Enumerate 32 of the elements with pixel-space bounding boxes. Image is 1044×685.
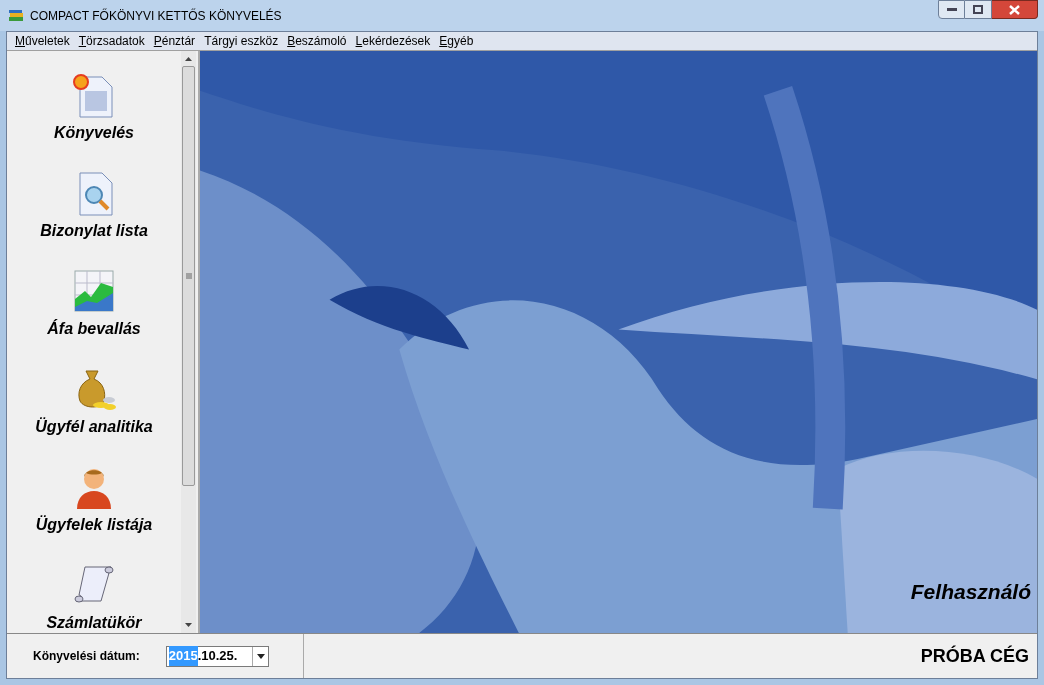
minimize-button[interactable]: [938, 0, 965, 19]
dropdown-arrow-icon[interactable]: [251, 646, 268, 666]
maximize-icon: [973, 5, 983, 14]
menu-item[interactable]: Tárgyi eszköz: [200, 35, 283, 47]
date-label: Könyvelési dátum:: [33, 648, 140, 665]
sidebar-item[interactable]: Könyvelés: [53, 73, 134, 145]
sidebar-item[interactable]: Ügyfelek listája: [35, 465, 153, 537]
close-button[interactable]: [992, 0, 1038, 19]
down-arrow-icon: [185, 623, 192, 627]
document-icon: [72, 73, 116, 119]
scrollbar-thumb[interactable]: [182, 66, 195, 486]
menu-item[interactable]: Műveletek: [11, 35, 74, 47]
company-name: PRÓBA CÉG: [920, 644, 1029, 668]
sidebar-item[interactable]: Számlatükör: [46, 563, 142, 635]
menu-item[interactable]: Pénztár: [149, 35, 200, 47]
chart-icon: [71, 269, 117, 315]
close-icon: [1009, 4, 1020, 15]
window-title: COMPACT FŐKÖNYVI KETTŐS KÖNYVELÉS: [30, 7, 282, 25]
up-arrow-icon: [185, 57, 192, 61]
sidebar-item[interactable]: Áfa bevallás: [47, 269, 141, 341]
menu-item[interactable]: Egyéb: [435, 35, 478, 47]
menu-item[interactable]: Törzsadatok: [74, 35, 149, 47]
minimize-icon: [946, 7, 957, 12]
scrollbar[interactable]: [181, 51, 196, 633]
sidebar-item[interactable]: Ügyfél analitika: [35, 367, 153, 439]
sidebar-item[interactable]: Bizonylat lista: [40, 171, 148, 243]
user-label: Felhasználó: [910, 578, 1031, 605]
maximize-button[interactable]: [965, 0, 992, 19]
menu-item[interactable]: Beszámoló: [283, 35, 351, 47]
menu-item[interactable]: Lekérdezések: [351, 35, 435, 47]
books-icon: [8, 7, 24, 24]
grip-icon: [185, 273, 192, 279]
